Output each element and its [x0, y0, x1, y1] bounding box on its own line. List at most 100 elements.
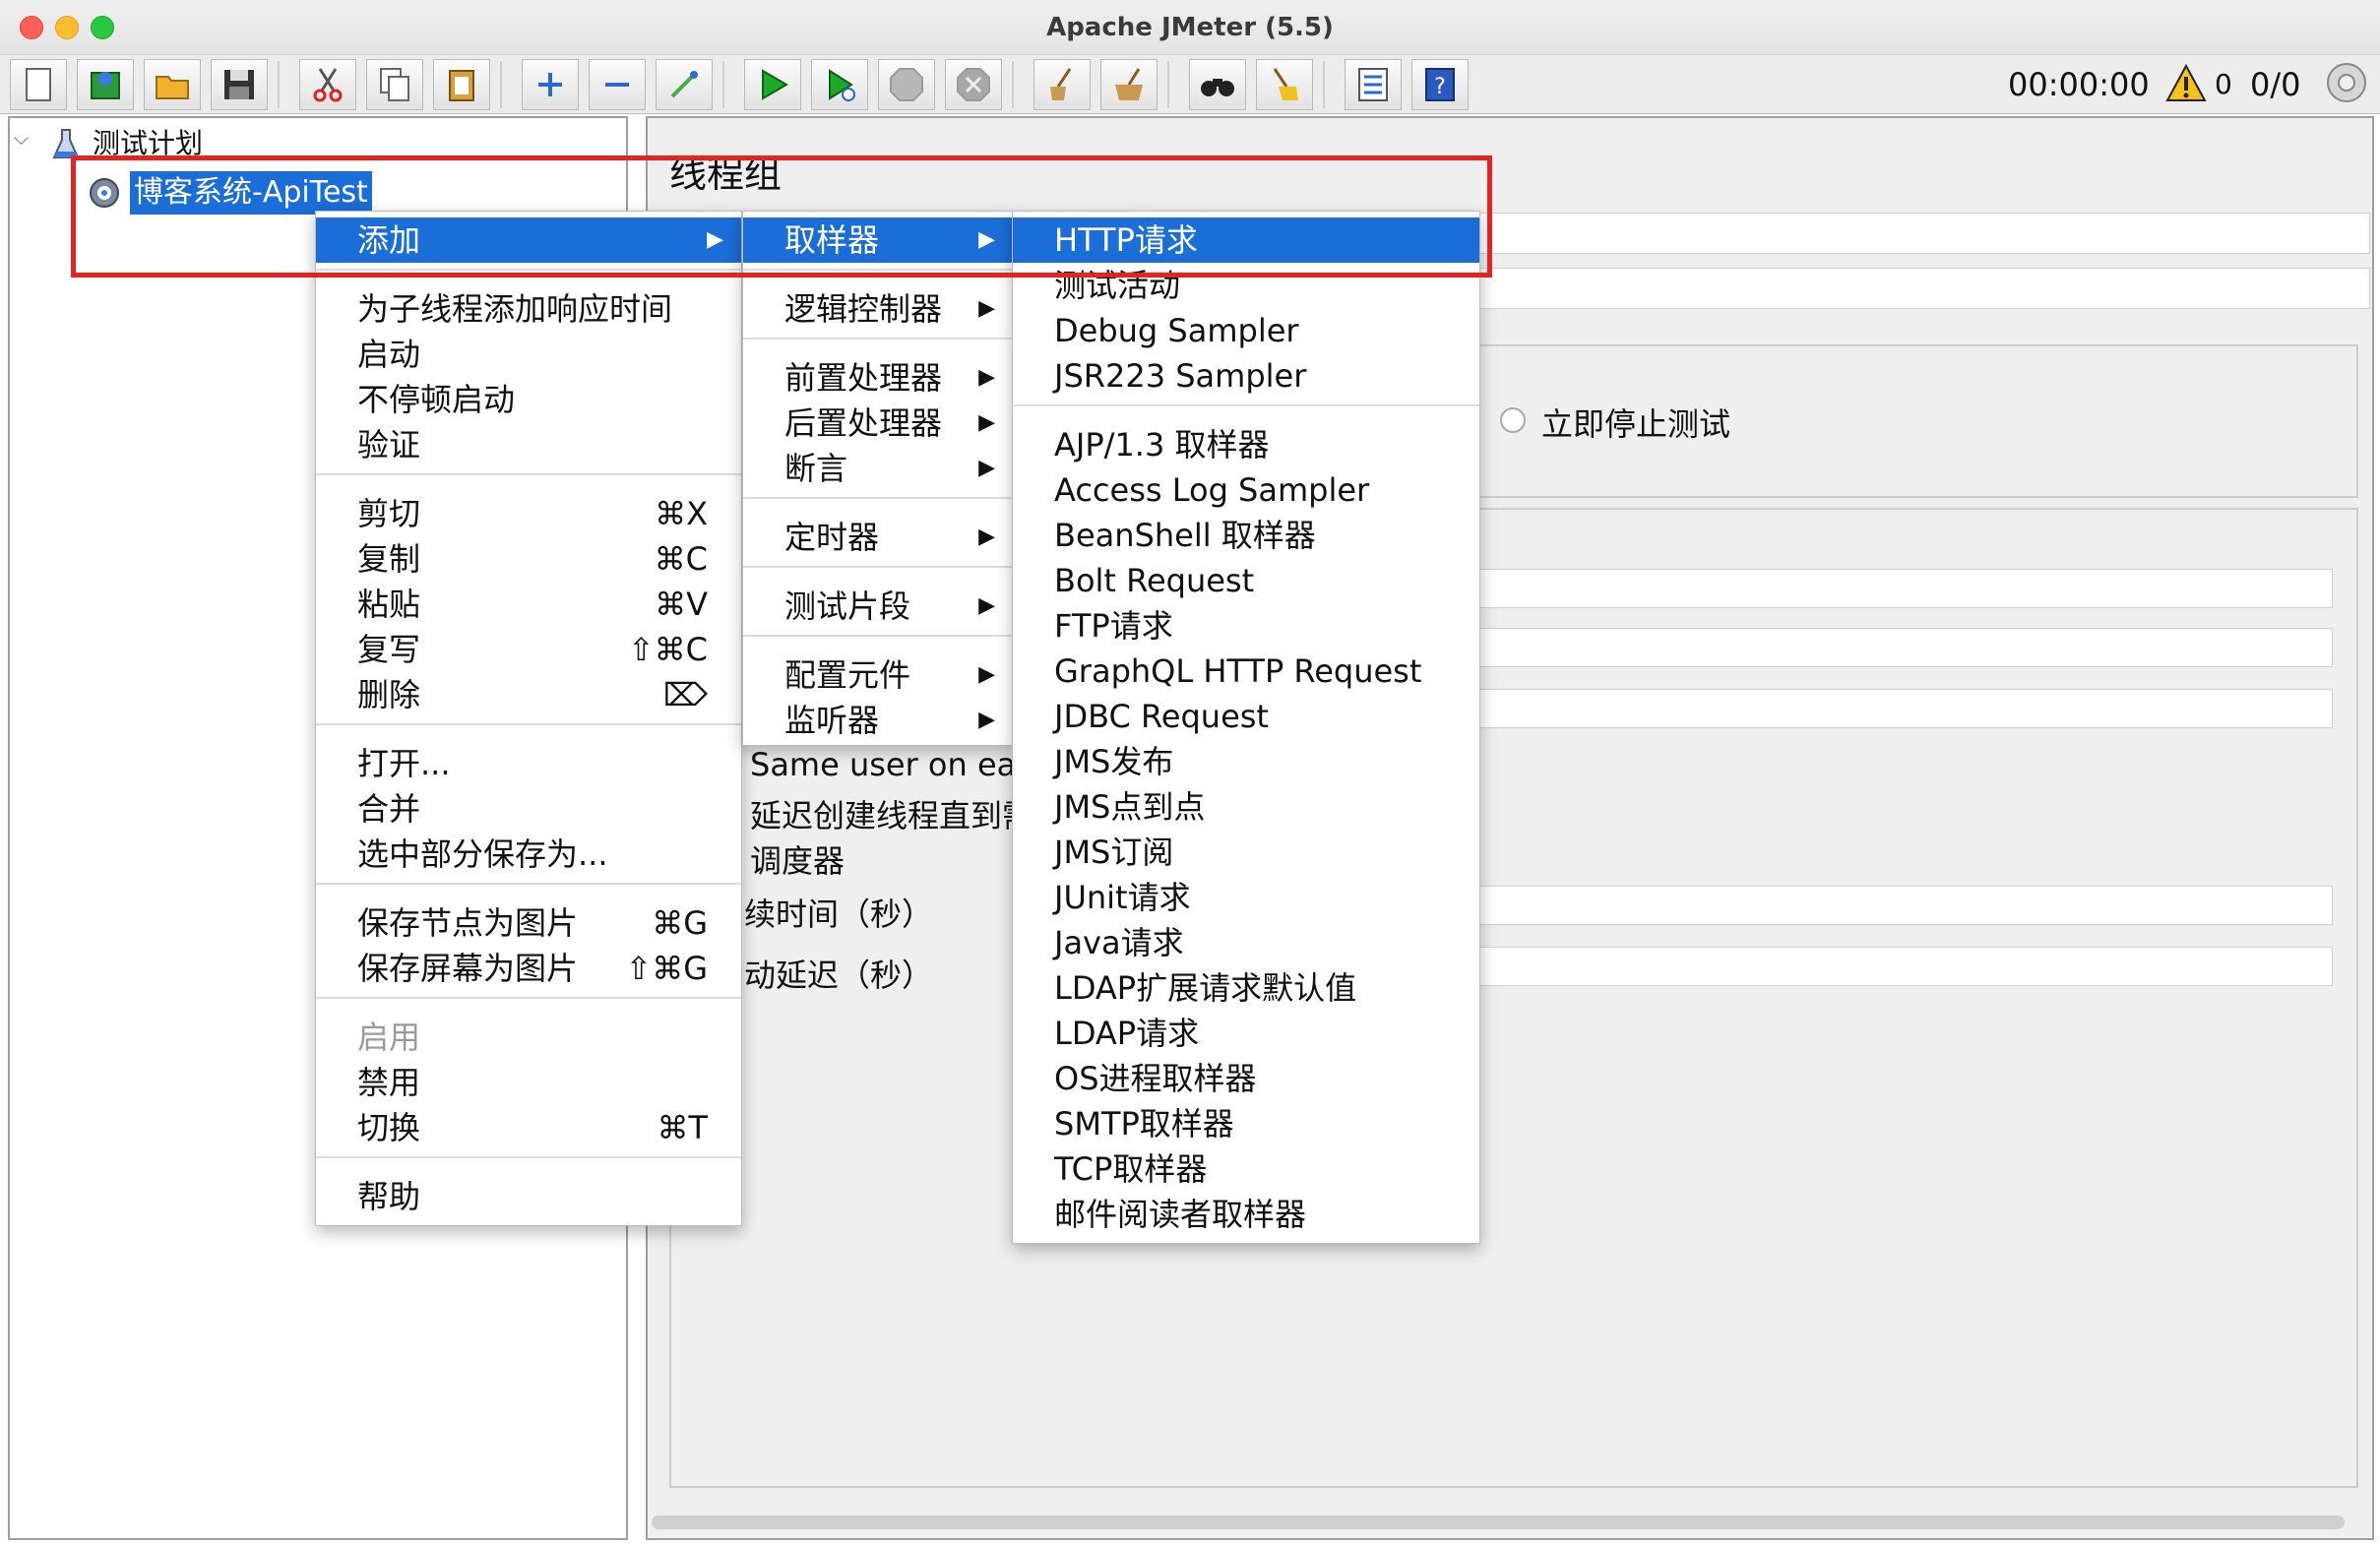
new-button[interactable] — [10, 59, 67, 110]
open-button[interactable] — [144, 59, 201, 110]
reset-search-button[interactable] — [1256, 59, 1313, 110]
plus-icon — [538, 73, 562, 96]
menu-item-duplicate[interactable]: 复写 ⇧⌘C — [316, 627, 741, 672]
sampler-item-bolt-request[interactable]: Bolt Request — [1013, 558, 1479, 603]
menu-shortcut: ⌘X — [655, 495, 708, 532]
sampler-item-jms-subscriber[interactable]: JMS订阅 — [1013, 830, 1479, 875]
menu-separator — [316, 723, 741, 725]
stop-button[interactable] — [878, 59, 935, 110]
menu-item-label: 监听器 — [784, 702, 880, 739]
menu-item-start[interactable]: 启动 — [316, 332, 741, 377]
comments-field[interactable] — [1476, 268, 2370, 309]
tree-expand-chevron-icon[interactable]: ⌵ — [14, 126, 29, 150]
submenu-item-listener[interactable]: 监听器 ▶ — [743, 698, 1013, 743]
start-button[interactable] — [744, 59, 801, 110]
sampler-item-tcp[interactable]: TCP取样器 — [1013, 1146, 1479, 1192]
menu-item-save-node-image[interactable]: 保存节点为图片 ⌘G — [316, 900, 741, 946]
sampler-item-jms-point-to-point[interactable]: JMS点到点 — [1013, 784, 1479, 830]
function-helper-button[interactable] — [1345, 59, 1402, 110]
horizontal-scrollbar[interactable] — [652, 1515, 2345, 1529]
sampler-item-smtp[interactable]: SMTP取样器 — [1013, 1101, 1479, 1146]
duration-label: 续时间（秒） — [744, 896, 934, 933]
menu-item-disable[interactable]: 禁用 — [316, 1060, 741, 1105]
menu-item-save-screen-image[interactable]: 保存屏幕为图片 ⇧⌘G — [316, 946, 741, 991]
submenu-item-assertion[interactable]: 断言 ▶ — [743, 446, 1013, 491]
menu-item-delete[interactable]: 删除 ⌦ — [316, 672, 741, 717]
sampler-item-jsr223-sampler[interactable]: JSR223 Sampler — [1013, 353, 1479, 399]
menu-item-label: TCP取样器 — [1054, 1150, 1208, 1188]
sampler-item-jms-publisher[interactable]: JMS发布 — [1013, 739, 1479, 784]
stop-test-now-label: 立即停止测试 — [1541, 405, 1731, 443]
sampler-item-java-request[interactable]: Java请求 — [1013, 920, 1479, 965]
menu-item-paste[interactable]: 粘贴 ⌘V — [316, 582, 741, 627]
threads-number-field[interactable] — [1476, 569, 2333, 608]
sampler-item-mail-reader[interactable]: 邮件阅读者取样器 — [1013, 1192, 1479, 1237]
menu-item-label: 断言 — [784, 450, 848, 487]
duration-field[interactable] — [1476, 886, 2333, 925]
submenu-item-test-fragment[interactable]: 测试片段 ▶ — [743, 584, 1013, 629]
stop-test-now-radio[interactable] — [1500, 407, 1526, 433]
loop-count-field[interactable] — [1476, 689, 2333, 728]
sampler-item-graphql[interactable]: GraphQL HTTP Request — [1013, 649, 1479, 694]
menu-item-add-response-time[interactable]: 为子线程添加响应时间 — [316, 286, 741, 332]
submenu-item-logic-controller[interactable]: 逻辑控制器 ▶ — [743, 286, 1013, 332]
menu-item-open[interactable]: 打开... — [316, 741, 741, 786]
sampler-item-jdbc-request[interactable]: JDBC Request — [1013, 694, 1479, 739]
submenu-item-post-processor[interactable]: 后置处理器 ▶ — [743, 401, 1013, 446]
sampler-item-ftp-request[interactable]: FTP请求 — [1013, 603, 1479, 649]
menu-item-label: 保存屏幕为图片 — [357, 950, 579, 987]
clear-all-button[interactable] — [1100, 59, 1158, 110]
menu-item-merge[interactable]: 合并 — [316, 786, 741, 832]
minus-icon — [605, 83, 629, 87]
sampler-item-beanshell[interactable]: BeanShell 取样器 — [1013, 513, 1479, 558]
sampler-item-ldap-extended-defaults[interactable]: LDAP扩展请求默认值 — [1013, 965, 1479, 1011]
toolbar-separator — [1012, 61, 1014, 108]
submenu-item-config-element[interactable]: 配置元件 ▶ — [743, 652, 1013, 698]
menu-item-enable: 启用 — [316, 1015, 741, 1060]
cut-button[interactable] — [299, 59, 356, 110]
menu-item-toggle[interactable]: 切换 ⌘T — [316, 1105, 741, 1150]
clear-button[interactable] — [1033, 59, 1091, 110]
warning-icon[interactable] — [2165, 63, 2207, 104]
menu-item-cut[interactable]: 剪切 ⌘X — [316, 491, 741, 536]
collapse-button[interactable] — [589, 59, 646, 110]
sampler-item-os-process[interactable]: OS进程取样器 — [1013, 1056, 1479, 1101]
expand-button[interactable] — [522, 59, 579, 110]
help-button[interactable]: ? — [1411, 59, 1469, 110]
sampler-item-ldap-request[interactable]: LDAP请求 — [1013, 1011, 1479, 1056]
menu-item-label: LDAP扩展请求默认值 — [1054, 969, 1357, 1007]
submenu-item-pre-processor[interactable]: 前置处理器 ▶ — [743, 355, 1013, 401]
sampler-item-debug-sampler[interactable]: Debug Sampler — [1013, 308, 1479, 353]
delete-key-icon: ⌦ — [662, 676, 708, 713]
save-button[interactable] — [211, 59, 268, 110]
shutdown-button[interactable] — [945, 59, 1002, 110]
menu-item-copy[interactable]: 复制 ⌘C — [316, 536, 741, 582]
copy-button[interactable] — [366, 59, 423, 110]
add-submenu: 取样器 ▶ 逻辑控制器 ▶ 前置处理器 ▶ 后置处理器 ▶ 断言 ▶ 定时器 ▶ 测试片段 ▶… — [742, 211, 1014, 746]
menu-item-help[interactable]: 帮助 — [316, 1174, 741, 1219]
sampler-item-junit-request[interactable]: JUnit请求 — [1013, 875, 1479, 920]
menu-item-save-selection-as[interactable]: 选中部分保存为... — [316, 832, 741, 877]
ramp-up-field[interactable] — [1476, 628, 2333, 667]
startup-delay-field[interactable] — [1476, 947, 2333, 986]
toggle-wand-icon — [670, 71, 698, 98]
menu-separator — [316, 997, 741, 999]
sampler-item-ajp[interactable]: AJP/1.3 取样器 — [1013, 422, 1479, 467]
menu-item-label: FTP请求 — [1054, 607, 1173, 645]
paste-button[interactable] — [433, 59, 490, 110]
name-field[interactable] — [1476, 213, 2370, 254]
menu-item-label: JSR223 Sampler — [1054, 357, 1307, 395]
sampler-item-access-log[interactable]: Access Log Sampler — [1013, 467, 1479, 513]
start-no-pauses-button[interactable] — [811, 59, 868, 110]
menu-item-label: 不停顿启动 — [357, 381, 516, 418]
menu-separator — [316, 1156, 741, 1158]
search-button[interactable] — [1189, 59, 1246, 110]
templates-button[interactable] — [77, 59, 134, 110]
play-no-pause-icon — [829, 69, 855, 101]
toggle-button[interactable] — [656, 59, 713, 110]
menu-item-validate[interactable]: 验证 — [316, 422, 741, 467]
submenu-arrow-icon: ▶ — [978, 525, 995, 549]
menu-item-start-no-pauses[interactable]: 不停顿启动 — [316, 377, 741, 422]
submenu-item-timer[interactable]: 定时器 ▶ — [743, 515, 1013, 560]
menu-item-label: AJP/1.3 取样器 — [1054, 426, 1270, 464]
